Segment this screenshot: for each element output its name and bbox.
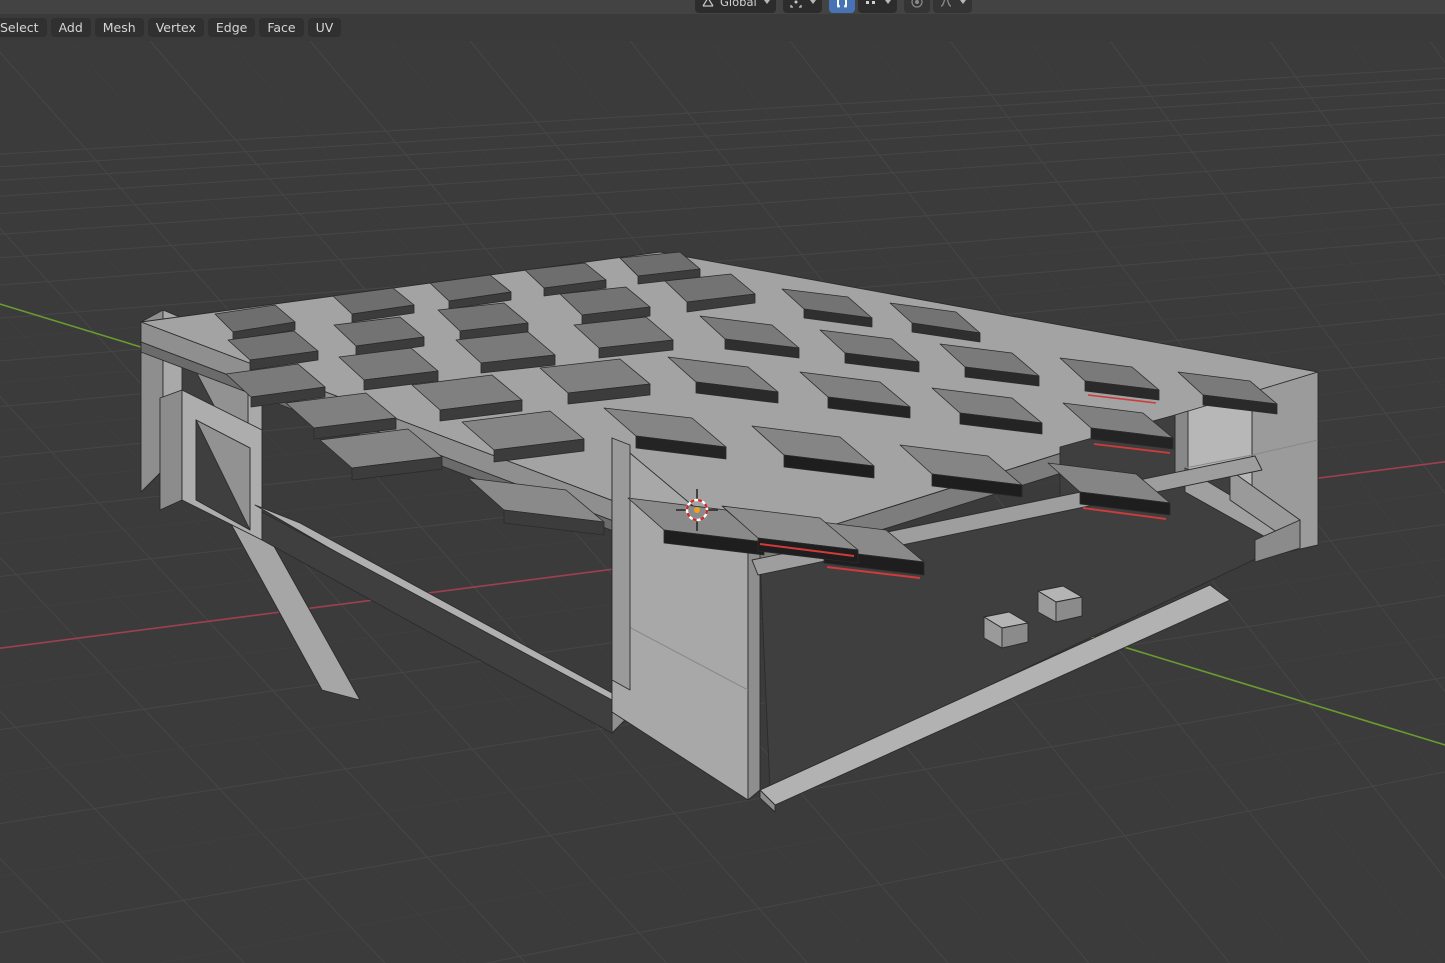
viewport-3d[interactable]	[0, 41, 1445, 963]
chevron-down-icon[interactable]	[884, 0, 891, 4]
snap-toggle-button[interactable]	[828, 0, 855, 13]
pivot-point-dropdown[interactable]	[782, 0, 822, 13]
magnet-icon	[835, 0, 849, 9]
snap-target-dropdown[interactable]	[857, 0, 897, 13]
tool-header: Global	[0, 0, 1445, 14]
menu-add[interactable]: Add	[50, 18, 91, 37]
proportional-editing-toggle[interactable]	[903, 0, 930, 13]
menu-uv[interactable]: UV	[307, 18, 342, 37]
viewport-canvas	[0, 41, 1445, 963]
falloff-dropdown[interactable]	[932, 0, 972, 13]
orientation-icon	[701, 0, 715, 9]
viewport-menubar: Select Add Mesh Vertex Edge Face UV	[0, 14, 1445, 41]
leg-left-edge-lower	[159, 389, 183, 511]
menu-face[interactable]: Face	[259, 18, 304, 37]
leg-front-edge	[747, 547, 761, 801]
menu-edge[interactable]: Edge	[207, 18, 256, 37]
chevron-down-icon[interactable]	[959, 0, 966, 4]
tool-header-controls: Global	[695, 0, 972, 13]
chevron-down-icon[interactable]	[763, 0, 770, 4]
cursor-center-dot	[694, 507, 700, 513]
smooth-falloff-icon	[939, 0, 953, 9]
menu-vertex[interactable]: Vertex	[147, 18, 204, 37]
leg-front-left-edge	[611, 437, 631, 691]
snap-increment-icon	[864, 0, 878, 9]
chevron-down-icon[interactable]	[809, 0, 816, 4]
menu-select[interactable]: Select	[0, 18, 47, 37]
blender-window: Global Select Add Mesh Vertex Edge Face …	[0, 0, 1445, 963]
transform-orientation-dropdown[interactable]: Global	[695, 0, 776, 13]
pivot-bounding-box-icon	[789, 0, 803, 9]
menu-mesh[interactable]: Mesh	[94, 18, 144, 37]
proportional-editing-icon	[910, 0, 924, 9]
transform-orientation-label: Global	[720, 0, 757, 9]
